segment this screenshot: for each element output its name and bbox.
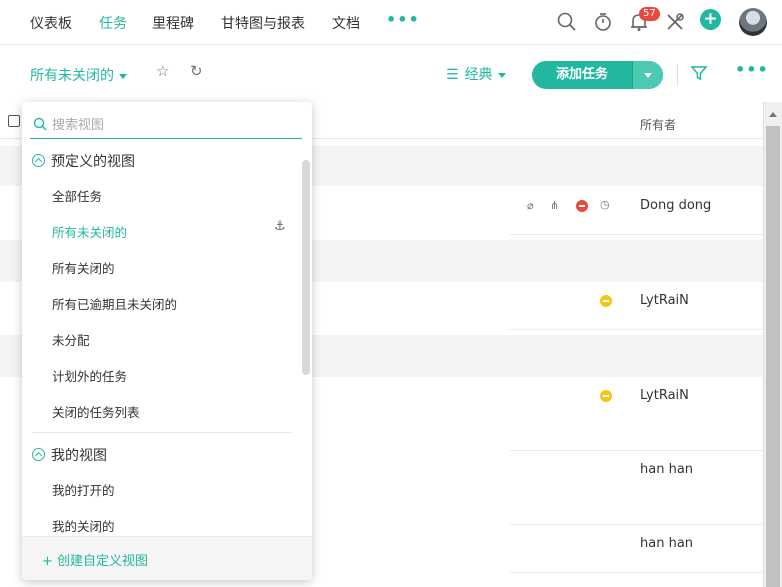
predefined-views-header[interactable]: 预定义的视图 (32, 151, 135, 171)
view-selector[interactable]: 所有未关闭的 (30, 65, 127, 85)
owner-cell: Dong dong (640, 198, 712, 213)
view-option-overdue-open[interactable]: 所有已逾期且未关闭的 (52, 294, 177, 313)
view-option-my-closed[interactable]: 我的关闭的 (52, 516, 115, 535)
view-search-box (30, 110, 302, 139)
owner-cell: LytRaiN (640, 293, 689, 308)
chevron-down-icon (497, 72, 506, 78)
notification-badge: 57 (639, 7, 660, 21)
row-divider (510, 329, 763, 330)
nav-documents[interactable]: 文档 (332, 13, 360, 33)
view-selector-label: 所有未关闭的 (30, 68, 114, 84)
owner-cell: han han (640, 462, 694, 477)
view-dropdown-panel: 预定义的视图 全部任务 所有未关闭的 ⚓ 所有关闭的 所有已逾期且未关闭的 未分… (22, 102, 312, 580)
refresh-icon[interactable]: ↻ (190, 62, 203, 80)
tools-icon[interactable] (664, 11, 686, 33)
view-option-my-open[interactable]: 我的打开的 (52, 480, 115, 499)
search-icon (33, 117, 47, 131)
owner-column-header: 所有者 (640, 118, 677, 132)
page-scrollbar[interactable] (763, 102, 782, 587)
dropdown-scrollbar-thumb[interactable] (302, 160, 310, 375)
my-views-title: 我的视图 (51, 448, 107, 464)
view-option-unplanned[interactable]: 计划外的任务 (52, 366, 127, 385)
layout-selector[interactable]: ☰ 经典 (446, 64, 506, 84)
view-option-unassigned[interactable]: 未分配 (52, 330, 90, 349)
nav-tasks[interactable]: 任务 (99, 13, 127, 33)
list-icon: ☰ (446, 67, 459, 83)
user-avatar[interactable] (739, 8, 767, 36)
view-option-closed-list[interactable]: 关闭的任务列表 (52, 402, 140, 421)
toolbar-divider (677, 64, 678, 86)
owner-cell: LytRaiN (640, 388, 689, 403)
top-navigation: 仪表板 任务 里程碑 甘特图与报表 文档 ••• 57 + (0, 0, 782, 45)
nav-milestones[interactable]: 里程碑 (152, 13, 194, 33)
view-option-closed[interactable]: 所有关闭的 (52, 258, 115, 277)
my-views-header[interactable]: 我的视图 (32, 445, 107, 465)
chevron-down-icon (119, 73, 127, 79)
add-task-dropdown-button[interactable] (632, 61, 663, 89)
predefined-views-title: 预定义的视图 (51, 154, 135, 170)
scrollbar-thumb[interactable] (766, 126, 780, 587)
view-option-all-tasks[interactable]: 全部任务 (52, 186, 102, 205)
nav-gantt-reports[interactable]: 甘特图与报表 (221, 13, 305, 33)
row-divider (510, 234, 763, 235)
create-custom-view-button[interactable]: + 创建自定义视图 (42, 550, 148, 569)
create-custom-view-bar: + 创建自定义视图 (22, 536, 312, 580)
nav-dashboard[interactable]: 仪表板 (30, 13, 72, 33)
blocked-status-icon (576, 200, 588, 212)
star-icon[interactable]: ☆ (156, 62, 169, 80)
timer-icon[interactable] (592, 11, 614, 33)
subtask-icon: ⋔ (550, 199, 560, 212)
timer-icon: ◷ (600, 198, 610, 211)
collapse-chevron-icon (32, 154, 45, 167)
search-icon[interactable] (556, 11, 578, 33)
view-option-open[interactable]: 所有未关闭的 (52, 222, 127, 241)
warning-status-icon (600, 390, 612, 402)
scroll-up-arrow-icon[interactable] (769, 112, 777, 117)
row-divider (510, 572, 763, 573)
warning-status-icon (600, 295, 612, 307)
add-circle-icon[interactable]: + (700, 9, 721, 30)
row-divider (510, 450, 763, 451)
nav-more-button[interactable]: ••• (386, 10, 420, 29)
more-options-button[interactable]: ••• (735, 60, 769, 79)
columns-icon[interactable] (8, 115, 20, 127)
attachment-icon: ⌀ (527, 199, 534, 212)
anchor-icon[interactable]: ⚓ (274, 219, 286, 234)
add-task-button[interactable]: 添加任务 (532, 61, 632, 89)
owner-cell: han han (640, 536, 694, 551)
chevron-down-icon (644, 73, 652, 78)
layout-selector-label: 经典 (464, 67, 493, 83)
row-divider (510, 524, 763, 525)
section-divider (32, 432, 292, 433)
task-toolbar: 所有未关闭的 ☆ ↻ ☰ 经典 添加任务 ••• (0, 45, 782, 102)
add-task-button-group: 添加任务 (532, 61, 663, 89)
filter-icon[interactable] (690, 64, 708, 82)
collapse-chevron-icon (32, 448, 45, 461)
view-search-input[interactable] (52, 114, 292, 136)
